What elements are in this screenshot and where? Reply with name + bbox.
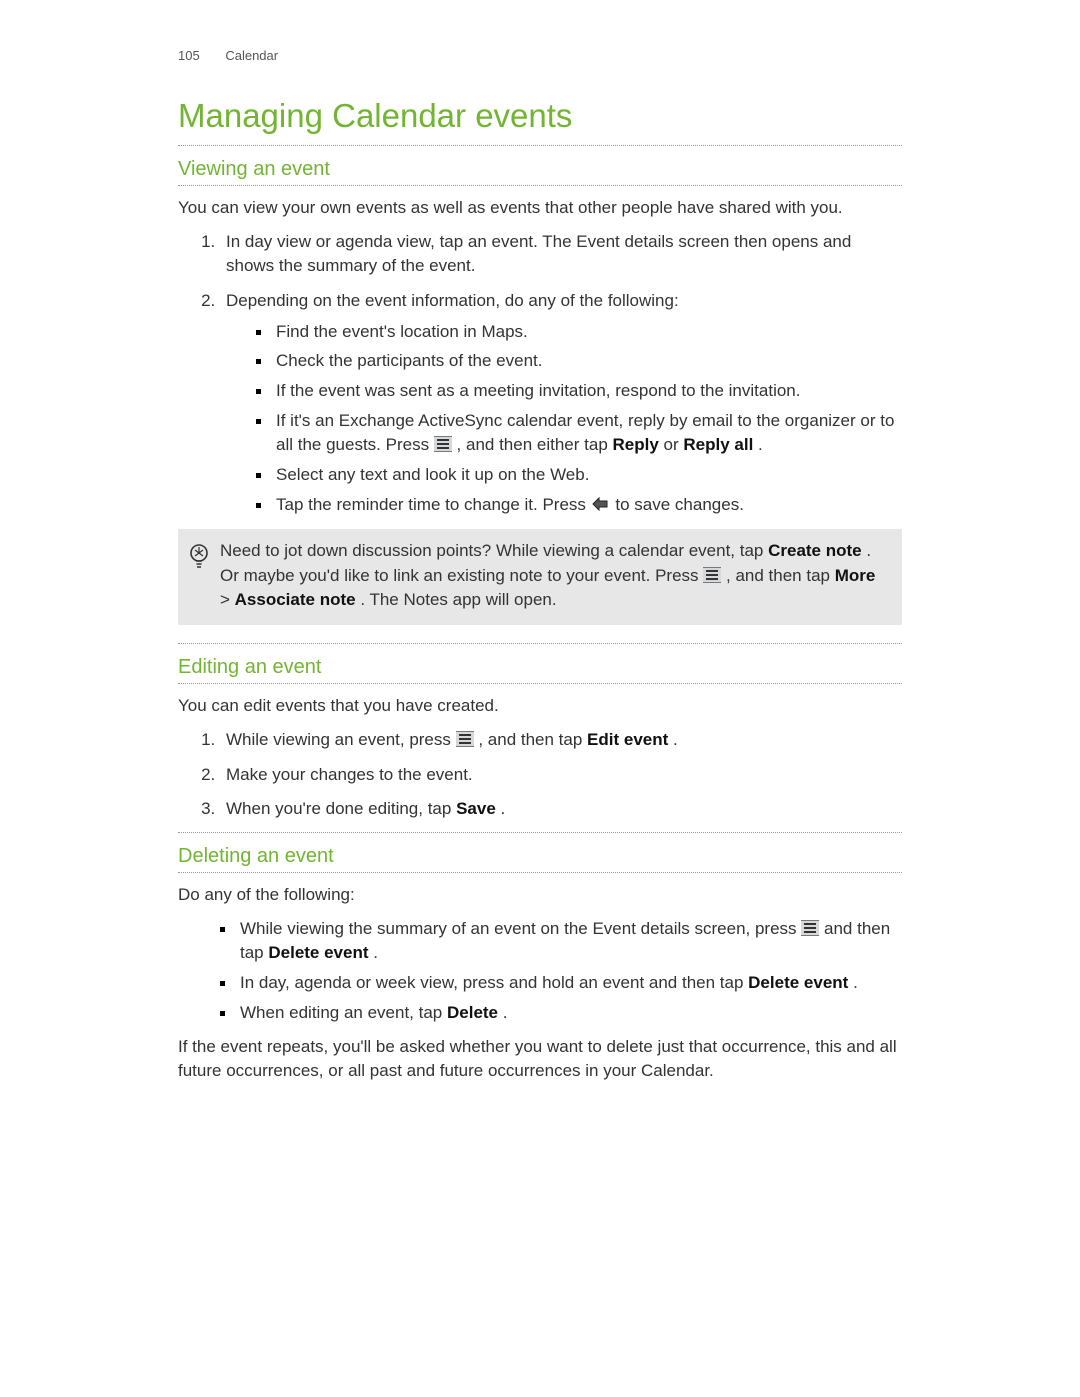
deleting-bullets: While viewing the summary of an event on…: [178, 917, 902, 1026]
bullet: Tap the reminder time to change it. Pres…: [256, 493, 902, 520]
bullet: Select any text and look it up on the We…: [256, 463, 902, 488]
divider: [178, 872, 902, 873]
viewing-intro: You can view your own events as well as …: [178, 196, 902, 220]
menu-icon: [703, 567, 721, 583]
tip-box: Need to jot down discussion points? Whil…: [178, 529, 902, 625]
menu-icon: [456, 731, 474, 747]
back-icon: [591, 495, 611, 520]
step-1: While viewing an event, press , and then…: [220, 728, 902, 753]
viewing-steps: In day view or agenda view, tap an event…: [178, 230, 902, 519]
step-2: Depending on the event information, do a…: [220, 289, 902, 519]
lightbulb-icon: [188, 539, 220, 613]
divider: [178, 832, 902, 833]
section-heading-viewing: Viewing an event: [178, 158, 902, 181]
page-number: 105: [178, 48, 200, 63]
editing-steps: While viewing an event, press , and then…: [178, 728, 902, 822]
bullet: Check the participants of the event.: [256, 349, 902, 374]
tip-text: Need to jot down discussion points? Whil…: [220, 539, 888, 613]
page-header: 105 Calendar: [178, 48, 902, 63]
bullet: While viewing the summary of an event on…: [220, 917, 902, 966]
section-heading-deleting: Deleting an event: [178, 845, 902, 868]
step-1: In day view or agenda view, tap an event…: [220, 230, 902, 279]
step-2-bullets: Find the event's location in Maps. Check…: [226, 320, 902, 519]
bullet: When editing an event, tap Delete .: [220, 1001, 902, 1026]
section-name: Calendar: [225, 48, 278, 63]
manual-page: 105 Calendar Managing Calendar events Vi…: [0, 0, 1080, 1397]
bullet: Find the event's location in Maps.: [256, 320, 902, 345]
section-heading-editing: Editing an event: [178, 656, 902, 679]
divider: [178, 145, 902, 146]
divider: [178, 185, 902, 186]
editing-intro: You can edit events that you have create…: [178, 694, 902, 718]
deleting-intro: Do any of the following:: [178, 883, 902, 907]
page-title: Managing Calendar events: [178, 97, 902, 135]
bullet: If the event was sent as a meeting invit…: [256, 379, 902, 404]
deleting-outro: If the event repeats, you'll be asked wh…: [178, 1035, 902, 1083]
bullet: In day, agenda or week view, press and h…: [220, 971, 902, 996]
menu-icon: [801, 920, 819, 936]
step-2: Make your changes to the event.: [220, 763, 902, 788]
bullet: If it's an Exchange ActiveSync calendar …: [256, 409, 902, 458]
divider: [178, 643, 902, 644]
menu-icon: [434, 436, 452, 452]
step-3: When you're done editing, tap Save .: [220, 797, 902, 822]
divider: [178, 683, 902, 684]
